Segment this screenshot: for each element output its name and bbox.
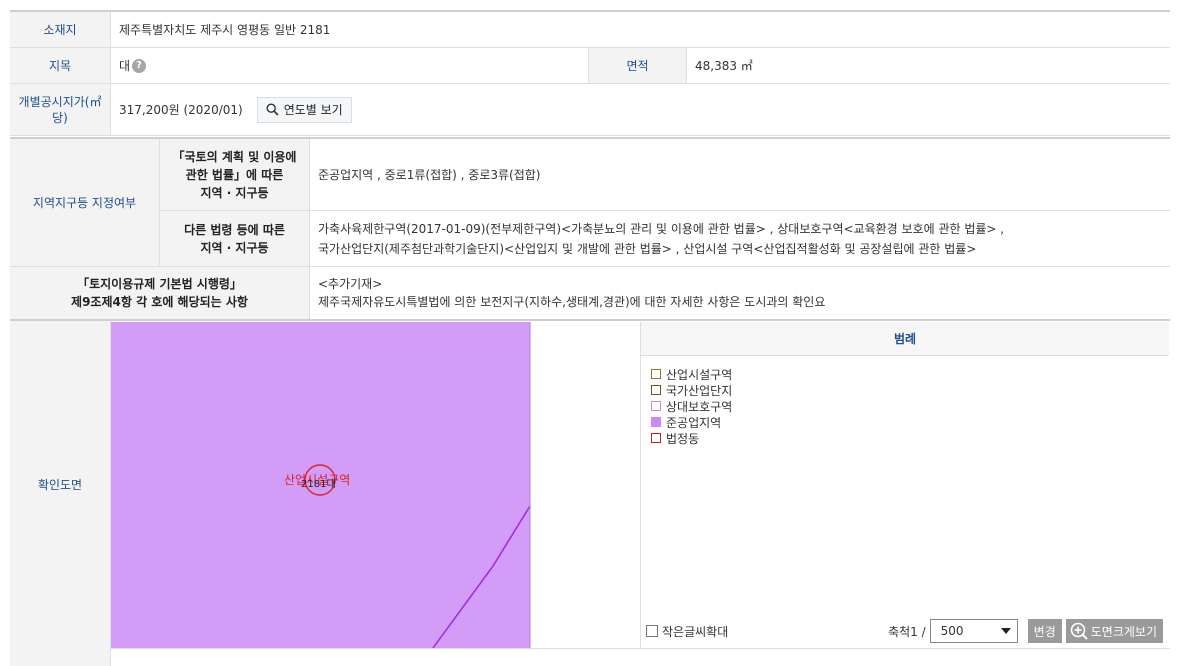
other-law-value-l2: 국가산업단지(제주첨단과학기술단지)<산업입지 및 개발에 관한 법률> , 산… [318, 241, 977, 256]
regulation-label-l1: 「토지이용규제 기본법 시행령」 [77, 277, 242, 291]
other-law-value-l1: 가축사육제한구역(2017-01-09)(전부제한구역)<가축분뇨의 관리 및 … [318, 221, 1005, 236]
other-law-label-l2: 지역 · 지구등 [200, 240, 269, 255]
regulation-value: <추가기재> 제주국제자유도시특별법에 의한 보전지구(지하수,생태계,경관)에… [310, 267, 1170, 319]
next-row-stub [111, 648, 1170, 666]
legend-item-label: 준공업지역 [666, 415, 722, 430]
legend-swatch [651, 401, 661, 411]
scale-value: 500 [940, 624, 964, 638]
enlarge-text-label[interactable]: 작은글씨확대 [662, 623, 728, 640]
legend-item: 국가산업단지 [651, 382, 1159, 398]
legend-swatch [651, 417, 661, 427]
map-viewer[interactable]: 산업시설구역 2181대 [111, 322, 639, 648]
legend-item: 법정동 [651, 430, 1159, 446]
legend-list: 산업시설구역 국가산업단지 상대보호구역 준공업지역 법정동 [641, 356, 1169, 456]
legend-panel: 범례 산업시설구역 국가산업단지 상대보호구역 준공업지역 법정동 [640, 322, 1169, 648]
legend-item-label: 국가산업단지 [666, 383, 733, 398]
other-law-value: 가축사육제한구역(2017-01-09)(전부제한구역)<가축분뇨의 관리 및 … [310, 211, 1170, 266]
regulation-row: 「토지이용규제 기본법 시행령」 제9조제4항 각 호에 해당되는 사항 <추가… [10, 267, 1170, 321]
yearly-view-button[interactable]: 연도별 보기 [256, 96, 352, 123]
yearly-view-label: 연도별 보기 [283, 103, 343, 117]
regulation-value-l1: <추가기재> [318, 277, 383, 291]
address-label: 소재지 [10, 12, 111, 47]
scale-select[interactable]: 500 [929, 619, 1018, 643]
legend-title: 범례 [641, 322, 1169, 356]
zoning-group-label: 지역지구등 지정여부 [10, 139, 160, 266]
zone-boundary-line [432, 505, 531, 648]
zoning-section: 지역지구등 지정여부 「국토의 계획 및 이용에 관한 법률」에 따른 지역 ·… [10, 139, 1170, 267]
price-label-line1: 개별공시지가(㎡ [18, 94, 102, 109]
map-lot-number: 2181대 [301, 479, 336, 490]
chevron-down-icon [1000, 628, 1011, 634]
change-scale-button[interactable]: 변경 [1027, 619, 1062, 643]
regulation-label-l2: 제9조제4항 각 호에 해당되는 사항 [71, 295, 248, 309]
regulation-label: 「토지이용규제 기본법 시행령」 제9조제4항 각 호에 해당되는 사항 [10, 267, 310, 319]
national-law-label-l3: 지역 · 지구등 [200, 185, 269, 200]
price-label: 개별공시지가(㎡ 당) [10, 84, 111, 135]
legend-item: 상대보호구역 [651, 398, 1159, 414]
legend-item-label: 상대보호구역 [666, 399, 733, 414]
legend-swatch [651, 369, 661, 379]
legend-swatch [651, 433, 661, 443]
legend-swatch [651, 385, 661, 395]
search-icon [266, 103, 279, 116]
land-category-value: 대 [119, 59, 131, 73]
other-law-label-l1: 다른 법령 등에 따른 [184, 222, 285, 237]
map-toolbar: 작은글씨확대 축척1 / 500 변경 도면크게보기 [640, 616, 1169, 646]
land-info-table: 소재지 제주특별자치도 제주시 영평동 일반 2181 지목 대 ? 면적 48… [10, 10, 1170, 136]
land-category-cell: 대 ? [111, 48, 589, 83]
national-law-label-l1: 「국토의 계획 및 이용에 [172, 149, 297, 164]
price-row: 개별공시지가(㎡ 당) 317,200원 (2020/01) 연도별 보기 [10, 84, 1170, 136]
national-law-row: 「국토의 계획 및 이용에 관한 법률」에 따른 지역 · 지구등 준공업지역 … [160, 139, 1170, 211]
land-category-label: 지목 [10, 48, 111, 83]
regulation-value-l2: 제주국제자유도시특별법에 의한 보전지구(지하수,생태계,경관)에 대한 자세한… [318, 295, 826, 309]
big-map-label: 도면크게보기 [1090, 624, 1157, 639]
national-law-label: 「국토의 계획 및 이용에 관한 법률」에 따른 지역 · 지구등 [160, 139, 310, 210]
zoning-body: 「국토의 계획 및 이용에 관한 법률」에 따른 지역 · 지구등 준공업지역 … [160, 139, 1170, 266]
legend-item: 준공업지역 [651, 414, 1159, 430]
map-overlay [304, 322, 531, 648]
map-label: 확인도면 [10, 321, 110, 648]
legend-item-label: 산업시설구역 [666, 367, 733, 382]
legend-item-label: 법정동 [666, 431, 700, 446]
scale-label: 축척1 / [888, 624, 926, 639]
address-value: 제주특별자치도 제주시 영평동 일반 2181 [111, 12, 1170, 47]
enlarge-text-checkbox[interactable] [646, 625, 658, 637]
address-row: 소재지 제주특별자치도 제주시 영평동 일반 2181 [10, 12, 1170, 48]
price-value: 317,200원 (2020/01) [119, 103, 243, 117]
other-law-label: 다른 법령 등에 따른 지역 · 지구등 [160, 211, 310, 266]
question-icon[interactable]: ? [132, 58, 147, 73]
map-label-cell: 확인도면 [10, 321, 111, 666]
other-law-row: 다른 법령 등에 따른 지역 · 지구등 가축사육제한구역(2017-01-09… [160, 211, 1170, 266]
area-value: 48,383 ㎡ [687, 48, 1170, 83]
area-label: 면적 [589, 48, 687, 83]
legend-item: 산업시설구역 [651, 366, 1159, 382]
national-law-value: 준공업지역 , 중로1류(접합) , 중로3류(접합) [310, 139, 1170, 210]
big-map-button[interactable]: 도면크게보기 [1065, 619, 1163, 643]
price-label-line2: 당) [52, 110, 68, 125]
land-category-row: 지목 대 ? 면적 48,383 ㎡ [10, 48, 1170, 84]
price-cell: 317,200원 (2020/01) 연도별 보기 [111, 84, 1170, 135]
national-law-label-l2: 관한 법률」에 따른 [185, 167, 284, 182]
zoom-in-icon [1070, 622, 1088, 640]
zoning-table: 지역지구등 지정여부 「국토의 계획 및 이용에 관한 법률」에 따른 지역 ·… [10, 137, 1170, 321]
